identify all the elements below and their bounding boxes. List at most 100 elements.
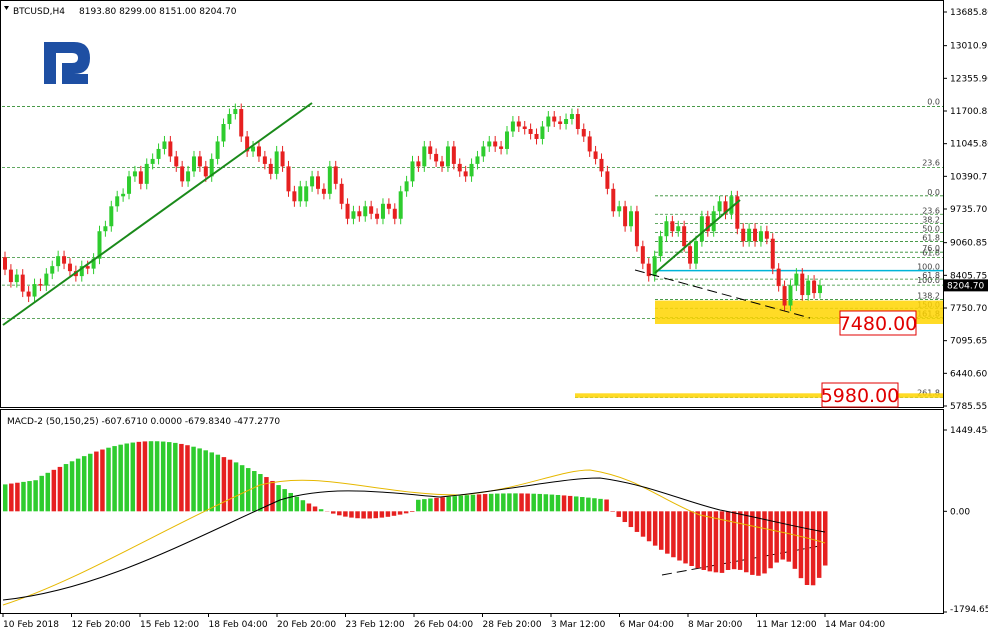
macd-bar bbox=[167, 442, 172, 511]
candle-body bbox=[558, 122, 562, 124]
chart-svg[interactable]: 0.023.661.8100.0161.8261.80.023.638.250.… bbox=[0, 0, 988, 635]
candles bbox=[3, 104, 822, 311]
candle-body bbox=[186, 171, 190, 181]
macd-bar bbox=[15, 483, 19, 512]
macd-bar bbox=[732, 511, 737, 569]
candle-body bbox=[145, 164, 149, 184]
candle-body bbox=[475, 156, 479, 163]
candle-body bbox=[576, 114, 580, 129]
candle-body bbox=[109, 206, 113, 226]
macd-bar bbox=[695, 511, 700, 568]
macd-bar bbox=[203, 450, 208, 511]
macd-bar bbox=[452, 496, 457, 511]
candle-body bbox=[635, 211, 639, 246]
y-tick-label: 9735.70 bbox=[950, 205, 987, 215]
macd-bar bbox=[410, 511, 415, 512]
candle-body bbox=[812, 281, 816, 293]
macd-bar bbox=[112, 446, 117, 511]
macd-bar bbox=[301, 500, 306, 511]
macd-bar bbox=[9, 484, 14, 512]
candle-body bbox=[676, 226, 680, 231]
macd-bar bbox=[793, 511, 798, 569]
macd-bar bbox=[88, 454, 93, 512]
macd-bar bbox=[531, 494, 536, 512]
chart-window: 0.023.661.8100.0161.8261.80.023.638.250.… bbox=[0, 0, 988, 635]
candle-body bbox=[546, 117, 550, 127]
macd-bar bbox=[422, 499, 427, 511]
macd-bar bbox=[155, 441, 160, 511]
x-tick-label: 12 Feb 20:00 bbox=[72, 620, 131, 630]
y-tick-label: 7750.70 bbox=[950, 304, 987, 314]
candle-body bbox=[139, 171, 143, 183]
macd-histogram bbox=[3, 441, 828, 605]
candle-body bbox=[151, 159, 155, 164]
candle-body bbox=[351, 211, 355, 218]
candle-body bbox=[15, 275, 19, 282]
macd-bar bbox=[319, 509, 324, 511]
macd-bar bbox=[179, 444, 184, 511]
candle-body bbox=[682, 226, 686, 246]
macd-bar bbox=[598, 499, 603, 511]
macd-bar bbox=[708, 511, 713, 571]
y-tick-label: 9060.85 bbox=[950, 239, 987, 249]
y-tick-label: 5785.55 bbox=[950, 402, 987, 412]
x-tick-label: 26 Feb 04:00 bbox=[414, 620, 473, 630]
macd-bar bbox=[586, 498, 591, 512]
macd-bar bbox=[82, 456, 87, 511]
y-tick-label: 13010.95 bbox=[950, 42, 988, 52]
candle-body bbox=[227, 114, 231, 124]
candle-body bbox=[103, 226, 107, 231]
candle-body bbox=[428, 146, 432, 153]
macd-bar bbox=[774, 511, 779, 562]
candle-body bbox=[806, 281, 810, 295]
macd-bar bbox=[355, 511, 360, 518]
candle-body bbox=[511, 122, 515, 132]
macd-bar bbox=[799, 511, 804, 578]
candle-body bbox=[50, 266, 54, 273]
symbol-label: BTCUSD,H4 bbox=[13, 7, 65, 17]
x-tick-label: 6 Mar 04:00 bbox=[620, 620, 675, 630]
fib-wide-label: 23.6 bbox=[922, 159, 940, 168]
y-tick-label: 13685.80 bbox=[950, 8, 988, 18]
candle-body bbox=[3, 257, 7, 269]
main-frame bbox=[1, 1, 944, 408]
macd-bar bbox=[653, 511, 658, 545]
macd-bar bbox=[726, 511, 731, 570]
candle-body bbox=[605, 171, 609, 188]
candle-body bbox=[570, 114, 574, 119]
macd-bar bbox=[416, 500, 421, 512]
macd-bar bbox=[768, 511, 773, 568]
macd-bar bbox=[465, 495, 470, 511]
macd-bar bbox=[380, 511, 385, 517]
macd-bar bbox=[100, 450, 105, 512]
macd-bar bbox=[252, 471, 257, 511]
macd-bar bbox=[173, 443, 178, 511]
candle-body bbox=[777, 269, 781, 286]
candle-body bbox=[623, 206, 627, 226]
candle-body bbox=[292, 191, 296, 201]
macd-bar bbox=[756, 511, 761, 575]
macd-bar bbox=[106, 448, 111, 512]
candle-body bbox=[239, 109, 243, 136]
macd-bar bbox=[714, 511, 719, 572]
candle-body bbox=[68, 264, 72, 271]
ohlc-label: 8193.80 8299.00 8151.00 8204.70 bbox=[79, 7, 237, 17]
macd-bar bbox=[185, 445, 190, 511]
x-tick-label: 28 Feb 20:00 bbox=[483, 620, 542, 630]
x-tick-label: 18 Feb 04:00 bbox=[209, 620, 268, 630]
candle-body bbox=[458, 164, 462, 171]
macd-bar bbox=[641, 511, 646, 536]
candle-body bbox=[800, 274, 804, 295]
candle-body bbox=[375, 214, 379, 219]
candle-body bbox=[416, 161, 420, 166]
macd-y-tick-label: 0.00 bbox=[950, 507, 970, 517]
candle-body bbox=[405, 181, 409, 191]
macd-bar bbox=[562, 495, 567, 511]
macd-bar bbox=[623, 511, 628, 522]
macd-bar bbox=[440, 497, 445, 511]
candle-body bbox=[440, 161, 444, 166]
candle-body bbox=[611, 189, 615, 211]
candle-body bbox=[21, 275, 25, 292]
candle-body bbox=[198, 156, 202, 166]
candle-body bbox=[599, 159, 603, 171]
